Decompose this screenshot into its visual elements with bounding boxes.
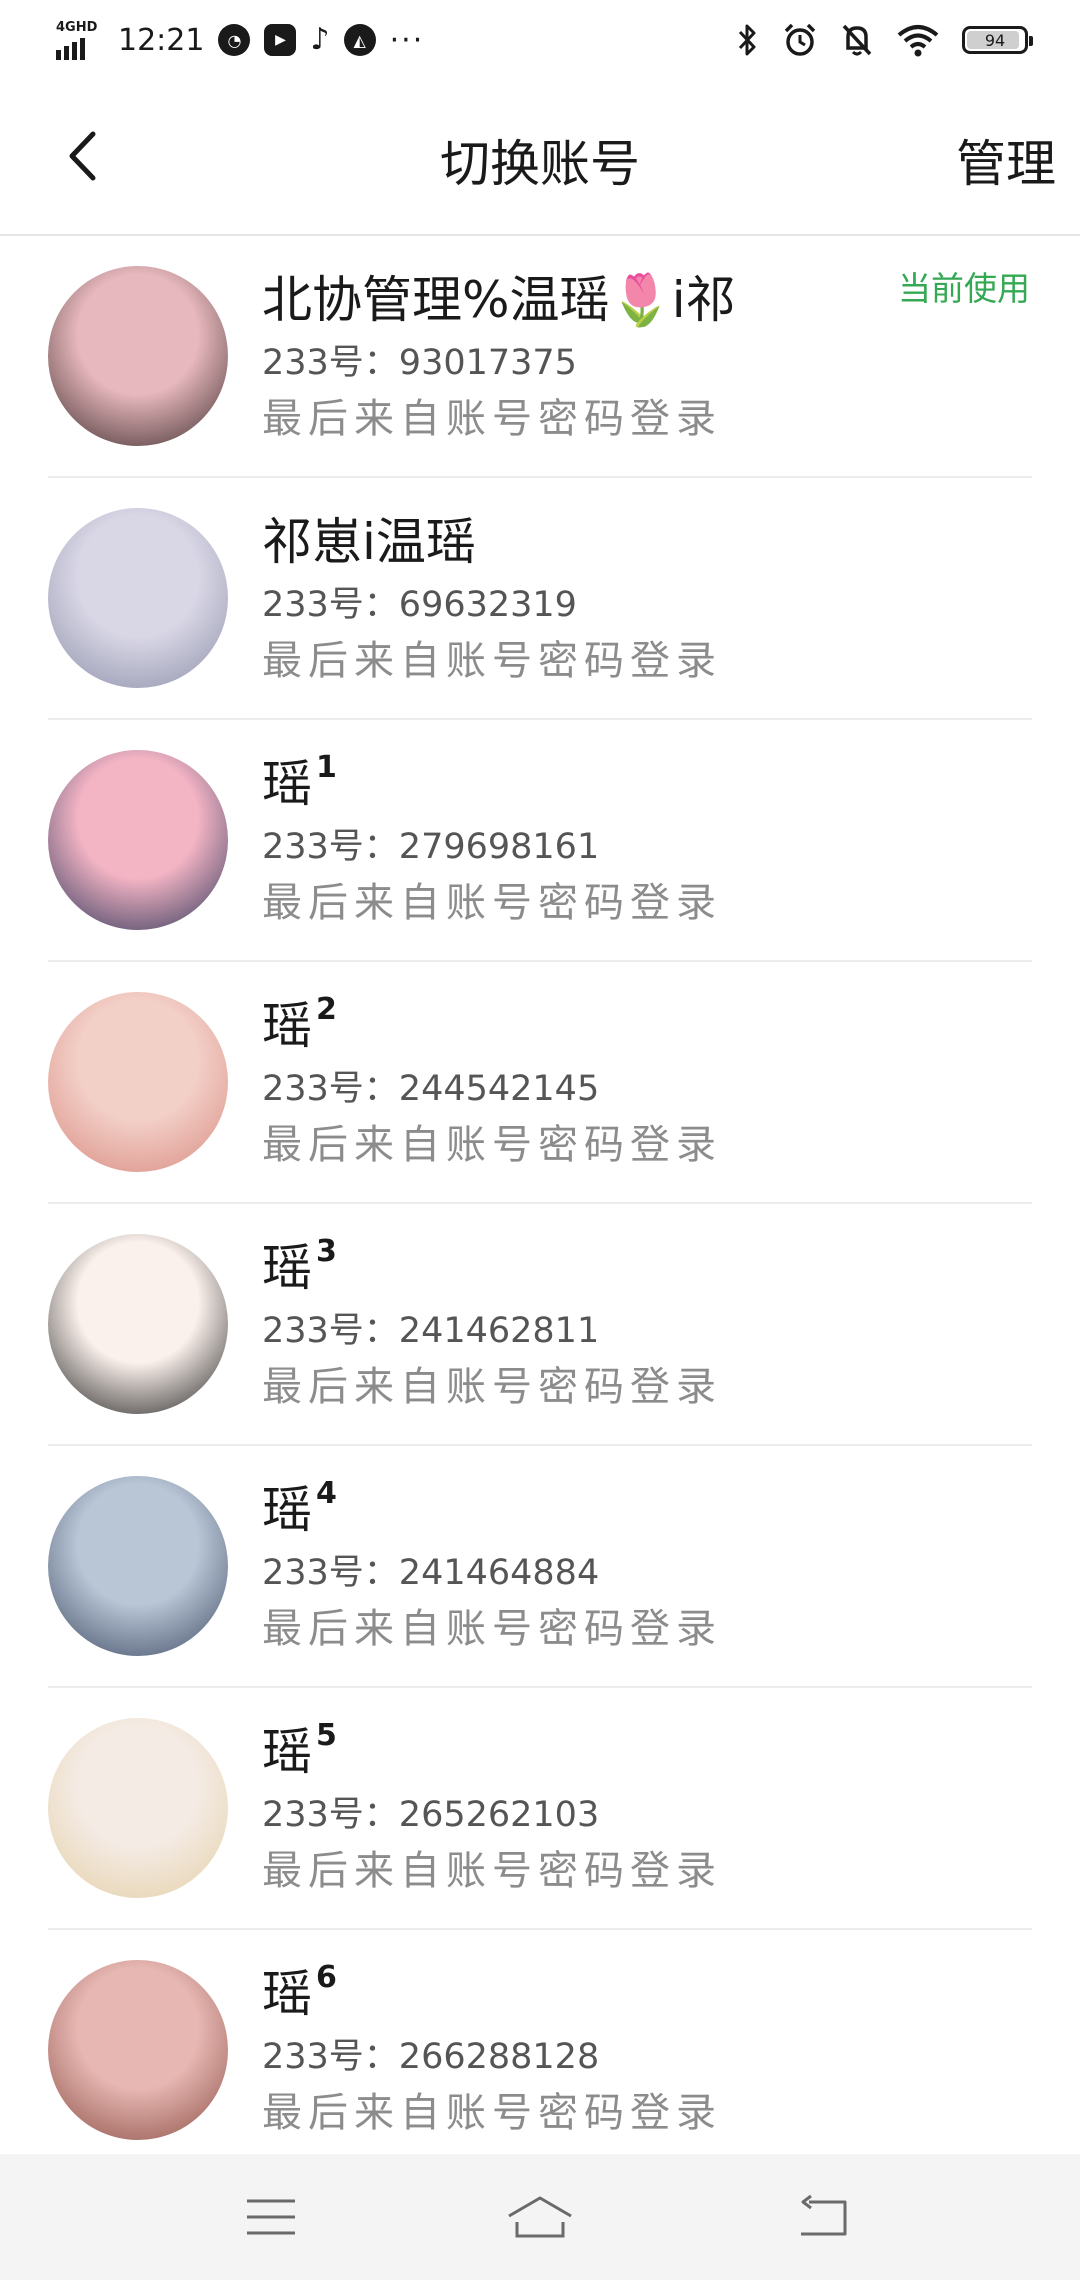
video-icon: ▶ xyxy=(264,24,297,56)
account-name-superscript: 6 xyxy=(316,1960,337,1995)
account-row[interactable]: 北协管理%温瑶🌷i祁 233号：93017375 最后来自账号密码登录 当前使用 xyxy=(0,236,1080,478)
battery-level: 94 xyxy=(984,30,1006,50)
login-source: 最后来自账号密码登录 xyxy=(262,638,722,684)
account-name-text: 瑶 xyxy=(262,997,312,1055)
battery-icon: 94 xyxy=(962,26,1033,54)
avatar xyxy=(48,508,228,688)
account-name-text: 北协管理%温瑶🌷i祁 xyxy=(262,271,736,329)
navigation-bar xyxy=(0,2154,1080,2280)
account-name-superscript: 5 xyxy=(316,1718,337,1753)
account-name: 瑶6 xyxy=(262,1954,337,2026)
account-id: 233号：93017375 xyxy=(262,343,577,383)
account-id: 233号：279698161 xyxy=(262,827,600,867)
account-name: 瑶4 xyxy=(262,1470,337,1542)
account-id: 233号：69632319 xyxy=(262,585,577,625)
avatar xyxy=(48,1718,228,1898)
account-name: 祁崽i温瑶 xyxy=(262,502,476,574)
account-name-text: 瑶 xyxy=(262,1239,312,1297)
account-row[interactable]: 瑶 4 233号：241464884 最后来自账号密码登录 xyxy=(0,1446,1080,1688)
app-icon: ◭ xyxy=(343,24,376,56)
account-name-superscript: 1 xyxy=(316,750,337,785)
avatar xyxy=(48,1476,228,1656)
login-source: 最后来自账号密码登录 xyxy=(262,1364,722,1410)
back-nav-button[interactable] xyxy=(788,2184,858,2250)
avatar xyxy=(48,1234,228,1414)
account-row[interactable]: 瑶 3 233号：241462811 最后来自账号密码登录 xyxy=(0,1204,1080,1446)
account-row[interactable]: 瑶 1 233号：279698161 最后来自账号密码登录 xyxy=(0,720,1080,962)
network-type: 4GHD xyxy=(56,20,98,35)
bluetooth-icon xyxy=(738,24,756,56)
avatar xyxy=(48,750,228,930)
tiktok-icon: ♪ xyxy=(310,22,330,57)
account-name: 瑶2 xyxy=(262,986,337,1058)
account-row[interactable]: 祁崽i温瑶 233号：69632319 最后来自账号密码登录 xyxy=(0,478,1080,720)
page-title: 切换账号 xyxy=(440,135,640,193)
alarm-icon xyxy=(784,23,816,56)
login-source: 最后来自账号密码登录 xyxy=(262,880,722,926)
menu-icon xyxy=(247,2199,295,2235)
account-name: 北协管理%温瑶🌷i祁 xyxy=(262,260,736,332)
account-name: 瑶5 xyxy=(262,1712,337,1784)
manage-button[interactable]: 管理 xyxy=(956,124,1056,196)
status-bar: 4GHD 12:21 ◔ ▶ ♪ ◭ ··· 94 xyxy=(0,0,1080,80)
more-dots-icon: ··· xyxy=(389,22,425,58)
avatar xyxy=(48,1960,228,2140)
account-row[interactable]: 瑶 2 233号：244542145 最后来自账号密码登录 xyxy=(0,962,1080,1204)
account-list: 北协管理%温瑶🌷i祁 233号：93017375 最后来自账号密码登录 当前使用祁崽i… xyxy=(0,236,1080,2172)
home-button[interactable] xyxy=(505,2184,575,2250)
account-name-superscript: 3 xyxy=(316,1234,337,1269)
account-id: 233号：244542145 xyxy=(262,1069,600,1109)
login-source: 最后来自账号密码登录 xyxy=(262,2090,722,2136)
cellular-signal-icon: 4GHD xyxy=(56,20,104,60)
account-id: 233号：266288128 xyxy=(262,2037,600,2077)
avatar xyxy=(48,266,228,446)
speed-icon: ◔ xyxy=(218,24,251,56)
wifi-icon xyxy=(897,25,939,57)
clock: 12:21 xyxy=(118,22,205,58)
account-name-text: 瑶 xyxy=(262,1965,312,2023)
account-name: 瑶3 xyxy=(262,1228,337,1300)
account-id: 233号：241464884 xyxy=(262,1553,600,1593)
header: 切换账号 管理 xyxy=(0,80,1080,236)
account-row[interactable]: 瑶 5 233号：265262103 最后来自账号密码登录 xyxy=(0,1688,1080,1930)
login-source: 最后来自账号密码登录 xyxy=(262,1122,722,1168)
account-name-text: 瑶 xyxy=(262,1481,312,1539)
account-name-superscript: 4 xyxy=(316,1476,337,1511)
account-name-superscript: 2 xyxy=(316,992,337,1027)
account-name-text: 瑶 xyxy=(262,1723,312,1781)
back-icon xyxy=(801,2194,847,2236)
account-id: 233号：241462811 xyxy=(262,1311,600,1351)
mute-icon xyxy=(842,24,872,56)
menu-button[interactable] xyxy=(236,2184,306,2250)
account-name-text: 祁崽i温瑶 xyxy=(262,513,476,571)
login-source: 最后来自账号密码登录 xyxy=(262,1606,722,1652)
login-source: 最后来自账号密码登录 xyxy=(262,1848,722,1894)
home-icon xyxy=(508,2196,572,2238)
login-source: 最后来自账号密码登录 xyxy=(262,396,722,442)
account-name-text: 瑶 xyxy=(262,755,312,813)
current-account-badge: 当前使用 xyxy=(898,269,1030,308)
account-row[interactable]: 瑶 6 233号：266288128 最后来自账号密码登录 xyxy=(0,1930,1080,2172)
account-id: 233号：265262103 xyxy=(262,1795,600,1835)
avatar xyxy=(48,992,228,1172)
account-name: 瑶1 xyxy=(262,744,337,816)
